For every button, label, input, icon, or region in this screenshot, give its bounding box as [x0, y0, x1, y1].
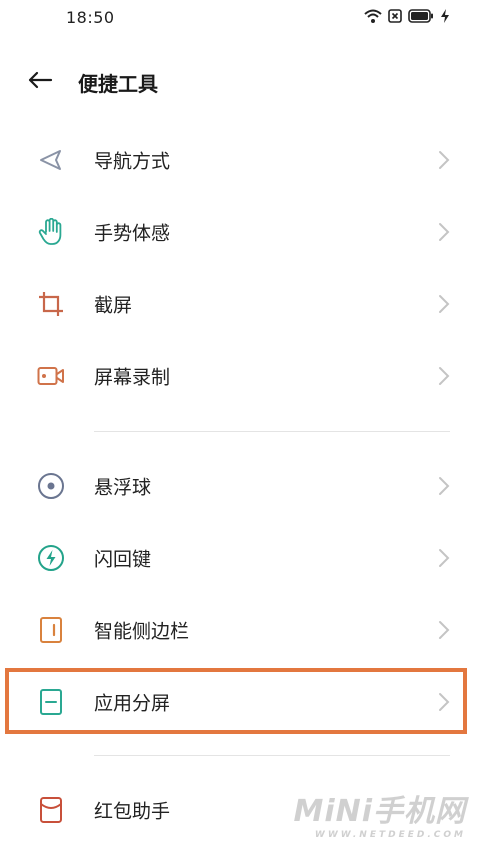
- status-icons: [364, 9, 450, 23]
- menu-item-label: 手势体感: [94, 222, 171, 245]
- hand-gesture-icon: [36, 217, 66, 247]
- page-header: 便捷工具: [0, 56, 480, 108]
- chevron-right-icon: [438, 294, 450, 314]
- menu-item-label: 屏幕录制: [94, 366, 171, 389]
- menu-item-label: 悬浮球: [94, 476, 152, 499]
- chevron-right-icon: [438, 222, 450, 242]
- video-record-icon: [36, 361, 66, 391]
- menu-item-label: 智能侧边栏: [94, 620, 190, 643]
- charging-icon: [440, 9, 450, 23]
- navigation-triangle-icon: [36, 145, 66, 175]
- watermark-main: MiNi手机网: [293, 794, 466, 829]
- menu-item-label: 导航方式: [94, 150, 171, 173]
- wifi-icon: [364, 9, 382, 23]
- settings-screen: 18:50 便捷工具 导航方式 手势体感 截屏 屏幕录制 悬浮球 闪回键 智能侧…: [0, 0, 480, 848]
- menu-item-gesture[interactable]: 手势体感: [0, 196, 480, 268]
- chevron-right-icon: [438, 548, 450, 568]
- menu-item-screen-record[interactable]: 屏幕录制: [0, 340, 480, 412]
- sim-none-icon: [388, 9, 402, 23]
- smart-sidebar-icon: [36, 615, 66, 645]
- chevron-right-icon: [438, 150, 450, 170]
- page-title: 便捷工具: [78, 72, 158, 96]
- menu-item-flashback[interactable]: 闪回键: [0, 522, 480, 594]
- chevron-right-icon: [438, 366, 450, 386]
- status-time: 18:50: [66, 8, 115, 27]
- battery-icon: [408, 9, 434, 23]
- chevron-right-icon: [438, 620, 450, 640]
- chevron-right-icon: [438, 476, 450, 496]
- crop-icon: [36, 289, 66, 319]
- status-bar: 18:50: [0, 0, 480, 36]
- watermark-sub: WWW.NETDEED.COM: [314, 830, 466, 840]
- menu-item-label: 截屏: [94, 294, 133, 317]
- menu-item-navigation[interactable]: 导航方式: [0, 124, 480, 196]
- floating-ball-icon: [36, 471, 66, 501]
- highlight-box: [5, 668, 467, 734]
- back-button[interactable]: [24, 68, 56, 96]
- flashback-bolt-icon: [36, 543, 66, 573]
- menu-item-label: 红包助手: [94, 800, 171, 823]
- menu-item-screenshot[interactable]: 截屏: [0, 268, 480, 340]
- site-watermark: MiNi手机网 WWW.NETDEED.COM: [293, 786, 466, 840]
- red-envelope-icon: [36, 795, 66, 825]
- section-divider: [94, 431, 450, 432]
- section-divider: [94, 755, 450, 756]
- menu-item-floating-ball[interactable]: 悬浮球: [0, 450, 480, 522]
- menu-item-smart-sidebar[interactable]: 智能侧边栏: [0, 594, 480, 666]
- arrow-left-icon: [27, 70, 53, 94]
- menu-item-label: 闪回键: [94, 548, 152, 571]
